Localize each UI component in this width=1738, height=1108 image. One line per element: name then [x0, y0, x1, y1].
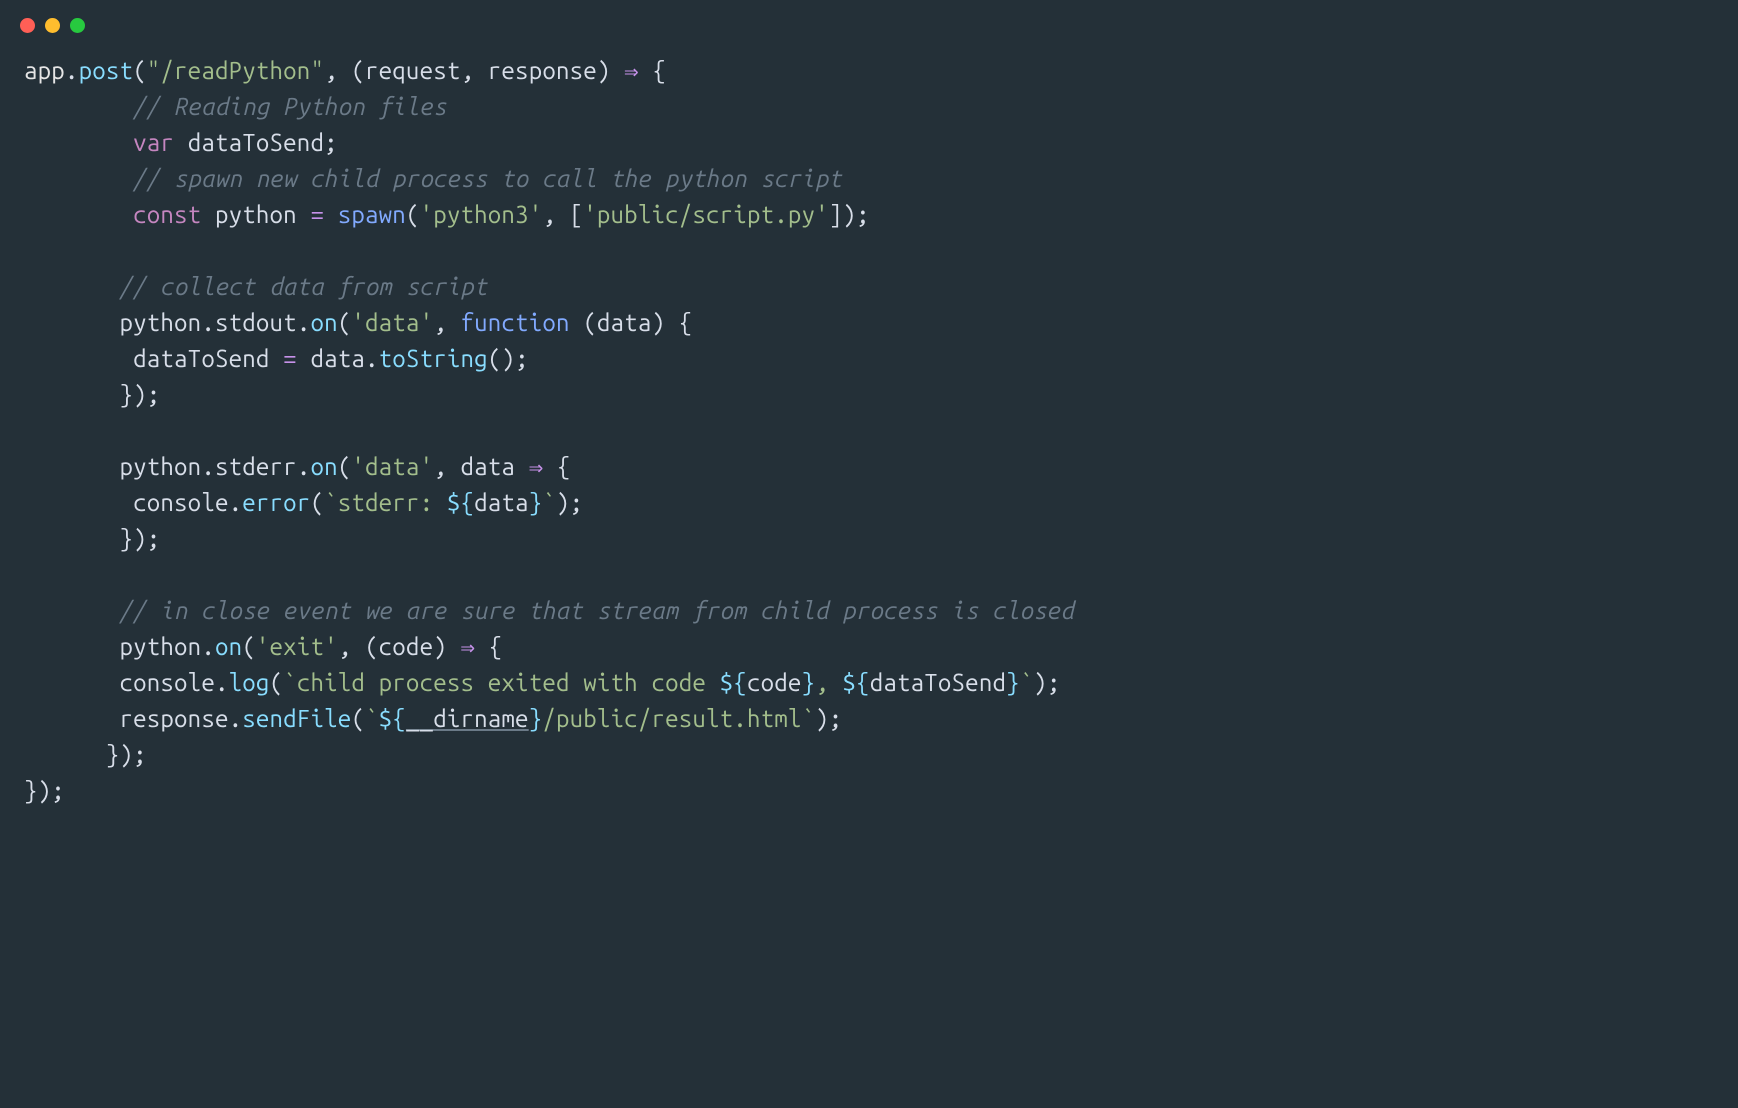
- code-line: // spawn new child process to call the p…: [24, 165, 842, 192]
- code-line: python.stdout.on('data', function (data)…: [24, 309, 692, 336]
- code-line: python.stderr.on('data', data ⇒ {: [24, 453, 571, 480]
- code-line: const python = spawn('python3', ['public…: [24, 201, 870, 228]
- code-line: });: [24, 741, 147, 768]
- close-icon[interactable]: [20, 18, 35, 33]
- code-line: app.post("/readPython", (request, respon…: [24, 57, 666, 84]
- titlebar: [0, 0, 1738, 41]
- code-line: console.log(`child process exited with c…: [24, 669, 1061, 696]
- code-line: });: [24, 777, 65, 804]
- code-line: console.error(`stderr: ${data}`);: [24, 489, 583, 516]
- code-line: // Reading Python files: [24, 93, 447, 120]
- code-line: response.sendFile(`${__dirname}/public/r…: [24, 705, 842, 732]
- code-line: });: [24, 525, 160, 552]
- maximize-icon[interactable]: [70, 18, 85, 33]
- code-line: dataToSend = data.toString();: [24, 345, 529, 372]
- code-line: });: [24, 381, 160, 408]
- code-window: app.post("/readPython", (request, respon…: [0, 0, 1738, 1108]
- code-line: // in close event we are sure that strea…: [24, 597, 1074, 624]
- code-line: // collect data from script: [24, 273, 488, 300]
- code-line: var dataToSend;: [24, 129, 338, 156]
- minimize-icon[interactable]: [45, 18, 60, 33]
- code-editor[interactable]: app.post("/readPython", (request, respon…: [0, 41, 1738, 833]
- code-line: python.on('exit', (code) ⇒ {: [24, 633, 502, 660]
